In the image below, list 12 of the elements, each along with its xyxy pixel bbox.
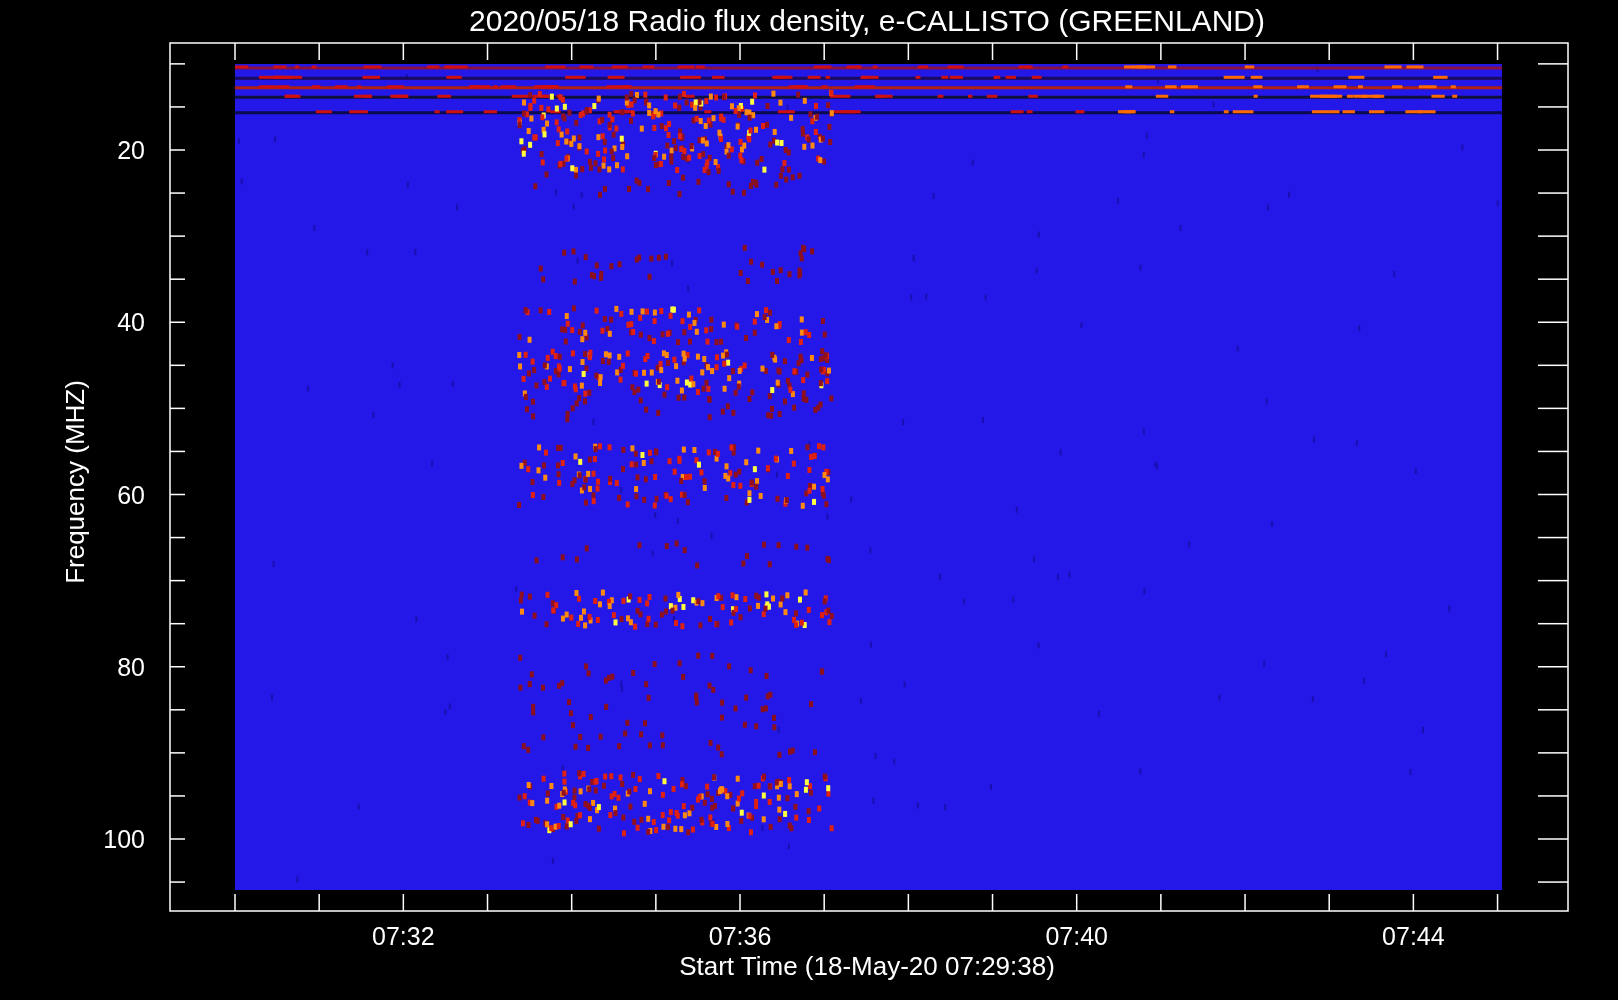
axis-tick-label: 60 [117,480,145,509]
axis-tick-label: 07:40 [1045,922,1108,950]
axis-tick-label: 07:36 [708,922,772,950]
axis-title: Frequency (MHZ) [60,380,90,584]
axis-tick-label: 20 [117,136,145,164]
axis-tick-label: 07:32 [372,922,435,950]
axis-tick-label: 07:44 [1382,922,1445,950]
chart-title: 2020/05/18 Radio flux density, e-CALLISTO (GREENLAND) [469,4,1265,37]
axis-title: Start Time (18-May-20 07:29:38) [679,951,1055,981]
axis-tick-label: 100 [103,825,145,853]
axis-tick-label: 40 [117,308,145,337]
axis-tick-label: 80 [117,652,145,681]
